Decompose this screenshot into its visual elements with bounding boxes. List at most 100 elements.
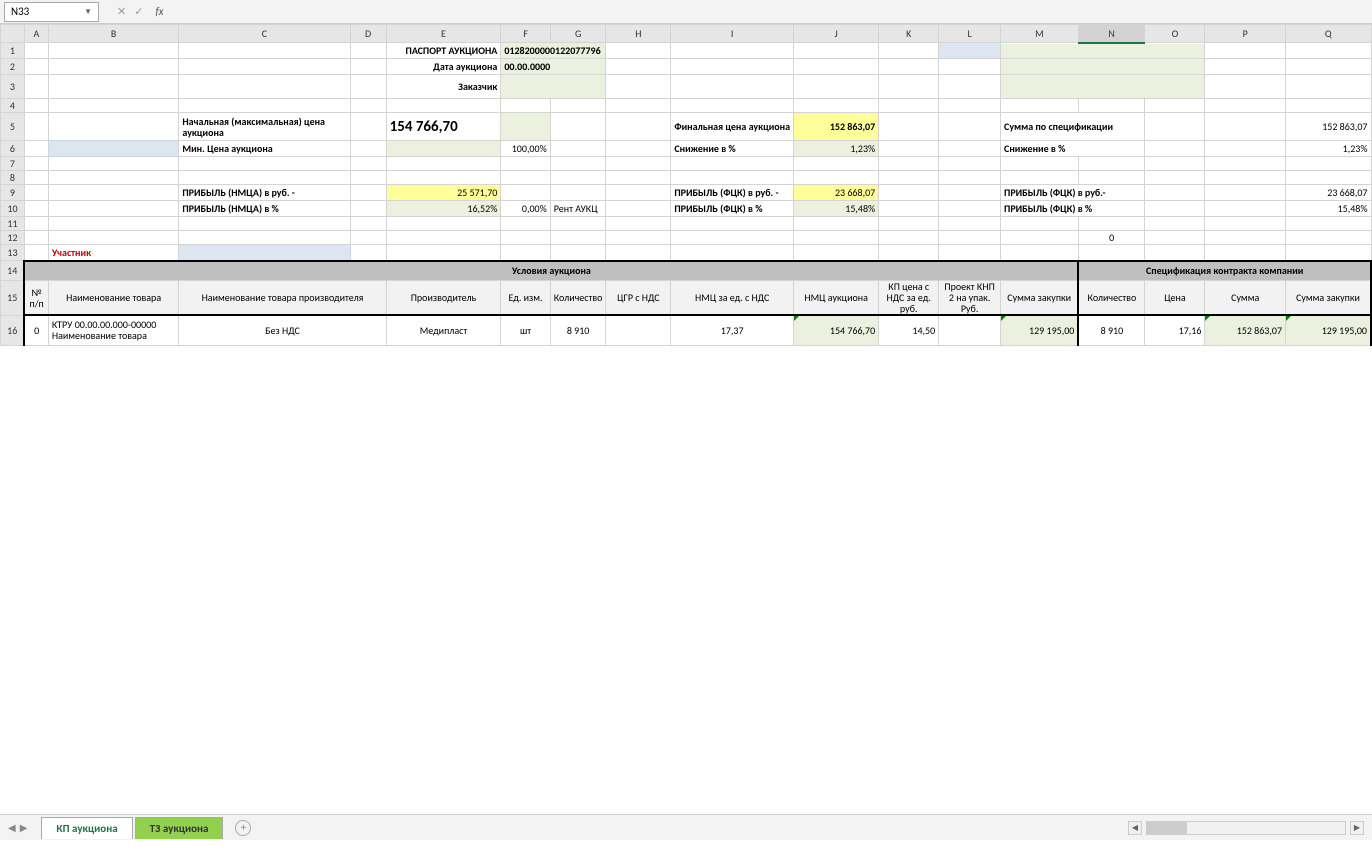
cell[interactable] bbox=[1078, 99, 1145, 113]
cell[interactable]: Без НДС bbox=[179, 315, 386, 345]
cell[interactable] bbox=[939, 59, 1001, 75]
cell[interactable]: 15,48% bbox=[794, 201, 879, 217]
col-header-Q[interactable]: Q bbox=[1286, 25, 1371, 43]
cell[interactable]: Наименование товара производителя bbox=[179, 281, 386, 316]
cell[interactable] bbox=[350, 231, 386, 245]
cell[interactable] bbox=[179, 245, 350, 261]
cell[interactable] bbox=[671, 231, 794, 245]
col-header-C[interactable]: C bbox=[179, 25, 350, 43]
cell[interactable] bbox=[794, 59, 879, 75]
col-header-F[interactable]: F bbox=[501, 25, 550, 43]
cell[interactable] bbox=[48, 171, 179, 185]
cell[interactable]: Наименование товара bbox=[48, 281, 179, 316]
cell[interactable] bbox=[1286, 171, 1371, 185]
cell[interactable] bbox=[24, 201, 48, 217]
cell[interactable] bbox=[179, 157, 350, 171]
row-header-8[interactable]: 8 bbox=[1, 171, 25, 185]
col-header-B[interactable]: B bbox=[48, 25, 179, 43]
cell[interactable] bbox=[550, 113, 606, 141]
cell[interactable] bbox=[794, 99, 879, 113]
cell[interactable] bbox=[1286, 217, 1371, 231]
cell[interactable]: Спецификация контракта компании bbox=[1078, 261, 1371, 281]
cell[interactable]: Заказчик bbox=[386, 75, 501, 99]
cell[interactable]: 154 766,70 bbox=[794, 315, 879, 345]
cell[interactable]: Снижение в % bbox=[1001, 141, 1145, 157]
cell[interactable] bbox=[24, 231, 48, 245]
cell[interactable] bbox=[671, 59, 794, 75]
cell[interactable] bbox=[550, 217, 606, 231]
cancel-icon[interactable]: ✕ bbox=[117, 5, 126, 18]
cell[interactable]: Мин. Цена аукциона bbox=[179, 141, 350, 157]
cell[interactable]: ПАСПОРТ АУКЦИОНА bbox=[386, 43, 501, 59]
tab-nav-prev[interactable]: ◀ bbox=[8, 821, 16, 834]
cell[interactable] bbox=[1001, 217, 1079, 231]
cell[interactable] bbox=[48, 99, 179, 113]
cell[interactable] bbox=[939, 315, 1001, 345]
cell[interactable] bbox=[606, 217, 671, 231]
row-header-14[interactable]: 14 bbox=[1, 261, 25, 281]
cell[interactable] bbox=[501, 157, 550, 171]
cell[interactable]: Дата аукциона bbox=[386, 59, 501, 75]
cell[interactable] bbox=[794, 231, 879, 245]
cell[interactable]: НМЦ аукциона bbox=[794, 281, 879, 316]
row-header-15[interactable]: 15 bbox=[1, 281, 25, 316]
cell[interactable] bbox=[350, 157, 386, 171]
hscroll-thumb[interactable] bbox=[1147, 822, 1187, 834]
cell[interactable] bbox=[879, 157, 939, 171]
cell[interactable] bbox=[606, 75, 671, 99]
row-header-2[interactable]: 2 bbox=[1, 59, 25, 75]
cell[interactable] bbox=[939, 141, 1001, 157]
cell[interactable] bbox=[606, 201, 671, 217]
cell[interactable] bbox=[1078, 245, 1145, 261]
cell[interactable] bbox=[1205, 217, 1286, 231]
cell[interactable] bbox=[24, 245, 48, 261]
cell[interactable] bbox=[939, 43, 1001, 59]
cell[interactable] bbox=[671, 43, 794, 59]
cell[interactable]: 8 910 bbox=[1078, 315, 1145, 345]
cell[interactable]: Финальная цена аукциона bbox=[671, 113, 794, 141]
cell[interactable] bbox=[1078, 217, 1145, 231]
cell[interactable]: Рент АУКЦ bbox=[550, 201, 606, 217]
cell[interactable] bbox=[550, 185, 606, 201]
spreadsheet-grid[interactable]: ABCDEFGHIJKLMNOPQ 1ПАСПОРТ АУКЦИОНА01282… bbox=[0, 24, 1372, 814]
cell[interactable]: 17,37 bbox=[671, 315, 794, 345]
cell[interactable]: Медипласт bbox=[386, 315, 501, 345]
cell[interactable] bbox=[939, 113, 1001, 141]
cell[interactable] bbox=[671, 75, 794, 99]
cell[interactable] bbox=[1145, 245, 1205, 261]
cell[interactable] bbox=[1286, 75, 1371, 99]
cell[interactable] bbox=[350, 75, 386, 99]
cell[interactable] bbox=[671, 157, 794, 171]
hscroll-track[interactable] bbox=[1146, 821, 1346, 835]
cell[interactable] bbox=[1001, 43, 1205, 59]
cell[interactable] bbox=[179, 75, 350, 99]
cell[interactable]: 25 571,70 bbox=[386, 185, 501, 201]
cell[interactable] bbox=[1145, 185, 1205, 201]
cell[interactable] bbox=[48, 157, 179, 171]
cell[interactable] bbox=[48, 217, 179, 231]
cell[interactable] bbox=[48, 43, 179, 59]
cell[interactable]: Сумма по спецификации bbox=[1001, 113, 1145, 141]
cell[interactable] bbox=[1205, 99, 1286, 113]
cell[interactable] bbox=[550, 99, 606, 113]
cell[interactable]: 1,23% bbox=[1286, 141, 1371, 157]
cell[interactable] bbox=[939, 217, 1001, 231]
cell[interactable] bbox=[48, 75, 179, 99]
cell[interactable] bbox=[386, 157, 501, 171]
cell[interactable]: НМЦ за ед. с НДС bbox=[671, 281, 794, 316]
cell[interactable] bbox=[350, 185, 386, 201]
col-header-L[interactable]: L bbox=[939, 25, 1001, 43]
cell[interactable] bbox=[179, 99, 350, 113]
cell[interactable]: КП цена с НДС за ед. руб. bbox=[879, 281, 939, 316]
cell[interactable]: ПРИБЫЛЬ (НМЦА) в руб. - bbox=[179, 185, 350, 201]
col-header-J[interactable]: J bbox=[794, 25, 879, 43]
cell[interactable]: 129 195,00 bbox=[1001, 315, 1079, 345]
row-header-5[interactable]: 5 bbox=[1, 113, 25, 141]
name-box[interactable]: N33 ▼ bbox=[4, 2, 99, 22]
cell[interactable] bbox=[794, 171, 879, 185]
cell[interactable] bbox=[550, 231, 606, 245]
cell[interactable] bbox=[24, 157, 48, 171]
cell[interactable] bbox=[1145, 231, 1205, 245]
cell[interactable] bbox=[501, 99, 550, 113]
cell[interactable] bbox=[24, 59, 48, 75]
